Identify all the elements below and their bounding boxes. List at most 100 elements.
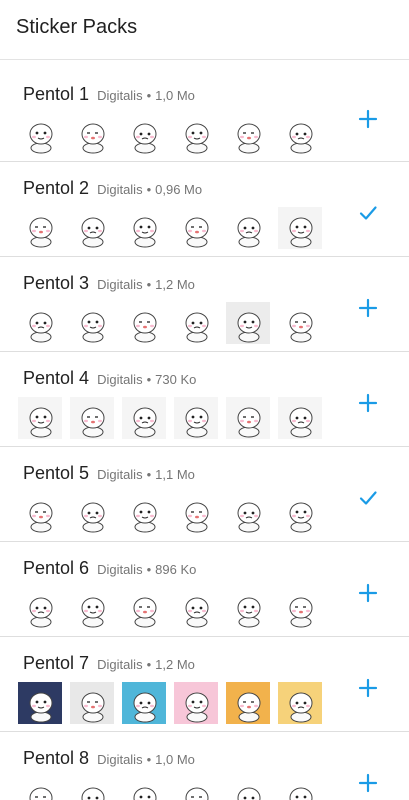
pack-header: Pentol 8 Digitalis • 1,0 Mo — [23, 748, 195, 769]
sticker-pack-row[interactable]: Pentol 6 Digitalis • 896 Ko — [0, 542, 409, 637]
pack-size: 730 Ko — [155, 372, 197, 387]
sticker-thumbnail — [18, 113, 62, 155]
pack-name: Pentol 1 — [23, 84, 90, 104]
sticker-thumbnail — [174, 397, 218, 439]
pack-meta: Digitalis • 730 Ko — [97, 372, 196, 387]
sticker-thumbnail — [70, 682, 114, 724]
sticker-thumbnail — [18, 302, 62, 344]
page-title: Sticker Packs — [16, 16, 138, 38]
sticker-preview-strip — [18, 682, 322, 724]
pack-name: Pentol 3 — [23, 273, 90, 293]
sticker-thumbnail — [278, 777, 322, 800]
separator-dot: • — [146, 277, 152, 292]
separator-dot: • — [146, 752, 152, 767]
sticker-thumbnail — [122, 397, 166, 439]
separator-dot: • — [146, 182, 152, 197]
sticker-thumbnail — [278, 207, 322, 249]
sticker-thumbnail — [122, 587, 166, 629]
sticker-pack-row[interactable]: Pentol 3 Digitalis • 1,2 Mo — [0, 257, 409, 352]
sticker-pack-row[interactable]: Pentol 4 Digitalis • 730 Ko — [0, 352, 409, 447]
pack-added-indicator[interactable] — [357, 204, 379, 226]
pack-size: 1,2 Mo — [155, 277, 195, 292]
sticker-thumbnail — [122, 777, 166, 800]
pack-publisher: Digitalis — [97, 657, 143, 672]
sticker-packs-screen: Sticker Packs Pentol 1 Digitalis • 1,0 Mo Pe… — [0, 0, 409, 800]
separator-dot: • — [146, 562, 152, 577]
sticker-thumbnail — [18, 492, 62, 534]
pack-meta: Digitalis • 1,0 Mo — [97, 752, 195, 767]
pack-meta: Digitalis • 0,96 Mo — [97, 182, 202, 197]
pack-header: Pentol 1 Digitalis • 1,0 Mo — [23, 84, 195, 105]
sticker-thumbnail — [226, 777, 270, 800]
pack-name: Pentol 4 — [23, 368, 90, 388]
sticker-thumbnail — [70, 397, 114, 439]
sticker-thumbnail — [174, 777, 218, 800]
sticker-thumbnail — [70, 302, 114, 344]
pack-header: Pentol 7 Digitalis • 1,2 Mo — [23, 653, 195, 674]
pack-size: 1,0 Mo — [155, 88, 195, 103]
sticker-thumbnail — [226, 113, 270, 155]
pack-meta: Digitalis • 1,1 Mo — [97, 467, 195, 482]
sticker-thumbnail — [278, 587, 322, 629]
sticker-thumbnail — [70, 777, 114, 800]
separator-dot: • — [146, 88, 152, 103]
add-pack-button[interactable] — [357, 773, 379, 798]
sticker-thumbnail — [278, 682, 322, 724]
plus-icon — [358, 773, 378, 798]
sticker-thumbnail — [278, 113, 322, 155]
sticker-pack-row[interactable]: Pentol 1 Digitalis • 1,0 Mo — [0, 68, 409, 162]
pack-publisher: Digitalis — [97, 467, 143, 482]
sticker-thumbnail — [174, 682, 218, 724]
add-pack-button[interactable] — [357, 298, 379, 323]
add-pack-button[interactable] — [357, 393, 379, 416]
sticker-thumbnail — [18, 777, 62, 800]
sticker-thumbnail — [278, 492, 322, 534]
sticker-preview-strip — [18, 207, 322, 249]
sticker-preview-strip — [18, 777, 322, 800]
sticker-thumbnail — [226, 397, 270, 439]
plus-icon — [358, 583, 378, 608]
pack-name: Pentol 8 — [23, 748, 90, 768]
check-icon — [358, 488, 378, 513]
sticker-preview-strip — [18, 302, 322, 344]
pack-header: Pentol 2 Digitalis • 0,96 Mo — [23, 178, 202, 199]
pack-meta: Digitalis • 1,2 Mo — [97, 657, 195, 672]
sticker-preview-strip — [18, 587, 322, 629]
pack-size: 1,2 Mo — [155, 657, 195, 672]
sticker-thumbnail — [122, 682, 166, 724]
add-pack-button[interactable] — [357, 678, 379, 701]
sticker-thumbnail — [174, 113, 218, 155]
pack-header: Pentol 4 Digitalis • 730 Ko — [23, 368, 196, 389]
sticker-preview-strip — [18, 113, 322, 155]
sticker-preview-strip — [18, 397, 322, 439]
pack-publisher: Digitalis — [97, 752, 143, 767]
sticker-thumbnail — [70, 492, 114, 534]
pack-name: Pentol 2 — [23, 178, 90, 198]
pack-meta: Digitalis • 1,0 Mo — [97, 88, 195, 103]
add-pack-button[interactable] — [357, 109, 379, 132]
sticker-pack-row[interactable]: Pentol 7 Digitalis • 1,2 Mo — [0, 637, 409, 732]
sticker-thumbnail — [122, 207, 166, 249]
separator-dot: • — [146, 467, 152, 482]
pack-publisher: Digitalis — [97, 88, 143, 103]
sticker-thumbnail — [226, 207, 270, 249]
sticker-thumbnail — [278, 302, 322, 344]
pack-header: Pentol 5 Digitalis • 1,1 Mo — [23, 463, 195, 484]
sticker-thumbnail — [18, 587, 62, 629]
add-pack-button[interactable] — [357, 583, 379, 608]
sticker-thumbnail — [278, 397, 322, 439]
sticker-thumbnail — [174, 207, 218, 249]
sticker-thumbnail — [174, 302, 218, 344]
sticker-pack-row[interactable]: Pentol 5 Digitalis • 1,1 Mo — [0, 447, 409, 542]
plus-icon — [358, 298, 378, 323]
check-icon — [358, 203, 378, 228]
sticker-pack-row[interactable]: Pentol 8 Digitalis • 1,0 Mo — [0, 732, 409, 800]
sticker-thumbnail — [226, 492, 270, 534]
pack-list[interactable]: Pentol 1 Digitalis • 1,0 Mo Pentol 2 Digitali… — [0, 68, 409, 800]
sticker-pack-row[interactable]: Pentol 2 Digitalis • 0,96 Mo — [0, 162, 409, 257]
pack-publisher: Digitalis — [97, 562, 143, 577]
sticker-thumbnail — [70, 113, 114, 155]
sticker-thumbnail — [18, 207, 62, 249]
pack-added-indicator[interactable] — [357, 489, 379, 511]
pack-name: Pentol 5 — [23, 463, 90, 483]
